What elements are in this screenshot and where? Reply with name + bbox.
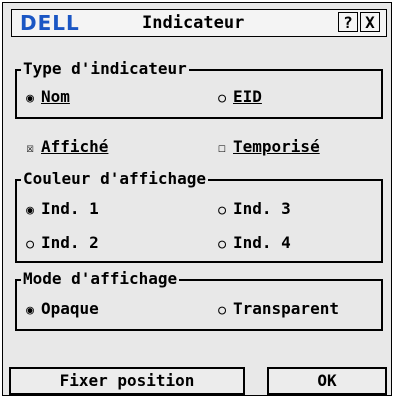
dell-logo: DELL bbox=[20, 11, 80, 35]
checkbox-affiche-label: Affiché bbox=[41, 137, 109, 156]
radio-ind-4[interactable]: ○ Ind. 4 bbox=[215, 233, 291, 255]
display-color-group: Couleur d'affichage ◉ Ind. 1 ○ Ind. 3 ○ Ind… bbox=[15, 169, 383, 263]
radio-ind-1-label: Ind. 1 bbox=[41, 199, 99, 218]
checkbox-temporise-label: Temporisé bbox=[233, 137, 320, 156]
radio-transparent-label: Transparent bbox=[233, 299, 339, 318]
checkbox-temporise[interactable]: ☐ Temporisé bbox=[215, 137, 320, 159]
radio-empty-icon: ○ bbox=[218, 91, 226, 106]
title-bar: DELL Indicateur ? X bbox=[11, 9, 387, 37]
radio-selected-icon: ◉ bbox=[26, 203, 34, 218]
dialog-title: Indicateur bbox=[142, 13, 245, 33]
checkbox-affiche[interactable]: ☒ Affiché bbox=[23, 137, 108, 159]
radio-transparent[interactable]: ○ Transparent bbox=[215, 299, 339, 321]
set-position-button[interactable]: Fixer position bbox=[9, 367, 245, 395]
indicator-type-group: Type d'indicateur ◉ Nom ○ EID bbox=[15, 59, 383, 119]
radio-nom-label: Nom bbox=[41, 87, 70, 106]
display-color-legend: Couleur d'affichage bbox=[21, 169, 209, 189]
checkbox-checked-icon: ☒ bbox=[26, 141, 34, 156]
close-button[interactable]: X bbox=[360, 12, 380, 32]
indicator-dialog: DELL Indicateur ? X Type d'indicateur ◉ N… bbox=[2, 2, 392, 396]
display-mode-group: Mode d'affichage ◉ Opaque ○ Transparent bbox=[15, 269, 383, 331]
indicator-type-legend: Type d'indicateur bbox=[21, 59, 189, 79]
radio-eid-label: EID bbox=[233, 87, 262, 106]
radio-empty-icon: ○ bbox=[218, 237, 226, 252]
ok-button[interactable]: OK bbox=[267, 367, 387, 395]
display-mode-legend: Mode d'affichage bbox=[21, 269, 180, 289]
radio-nom[interactable]: ◉ Nom bbox=[23, 87, 70, 109]
radio-selected-icon: ◉ bbox=[26, 303, 34, 318]
radio-ind-2-label: Ind. 2 bbox=[41, 233, 99, 252]
radio-selected-icon: ◉ bbox=[26, 91, 34, 106]
radio-opaque[interactable]: ◉ Opaque bbox=[23, 299, 99, 321]
radio-ind-2[interactable]: ○ Ind. 2 bbox=[23, 233, 99, 255]
radio-eid[interactable]: ○ EID bbox=[215, 87, 262, 109]
radio-empty-icon: ○ bbox=[218, 303, 226, 318]
radio-empty-icon: ○ bbox=[26, 237, 34, 252]
radio-ind-4-label: Ind. 4 bbox=[233, 233, 291, 252]
radio-opaque-label: Opaque bbox=[41, 299, 99, 318]
radio-empty-icon: ○ bbox=[218, 203, 226, 218]
radio-ind-3[interactable]: ○ Ind. 3 bbox=[215, 199, 291, 221]
radio-ind-1[interactable]: ◉ Ind. 1 bbox=[23, 199, 99, 221]
help-button[interactable]: ? bbox=[338, 12, 358, 32]
radio-ind-3-label: Ind. 3 bbox=[233, 199, 291, 218]
checkbox-empty-icon: ☐ bbox=[218, 141, 226, 156]
